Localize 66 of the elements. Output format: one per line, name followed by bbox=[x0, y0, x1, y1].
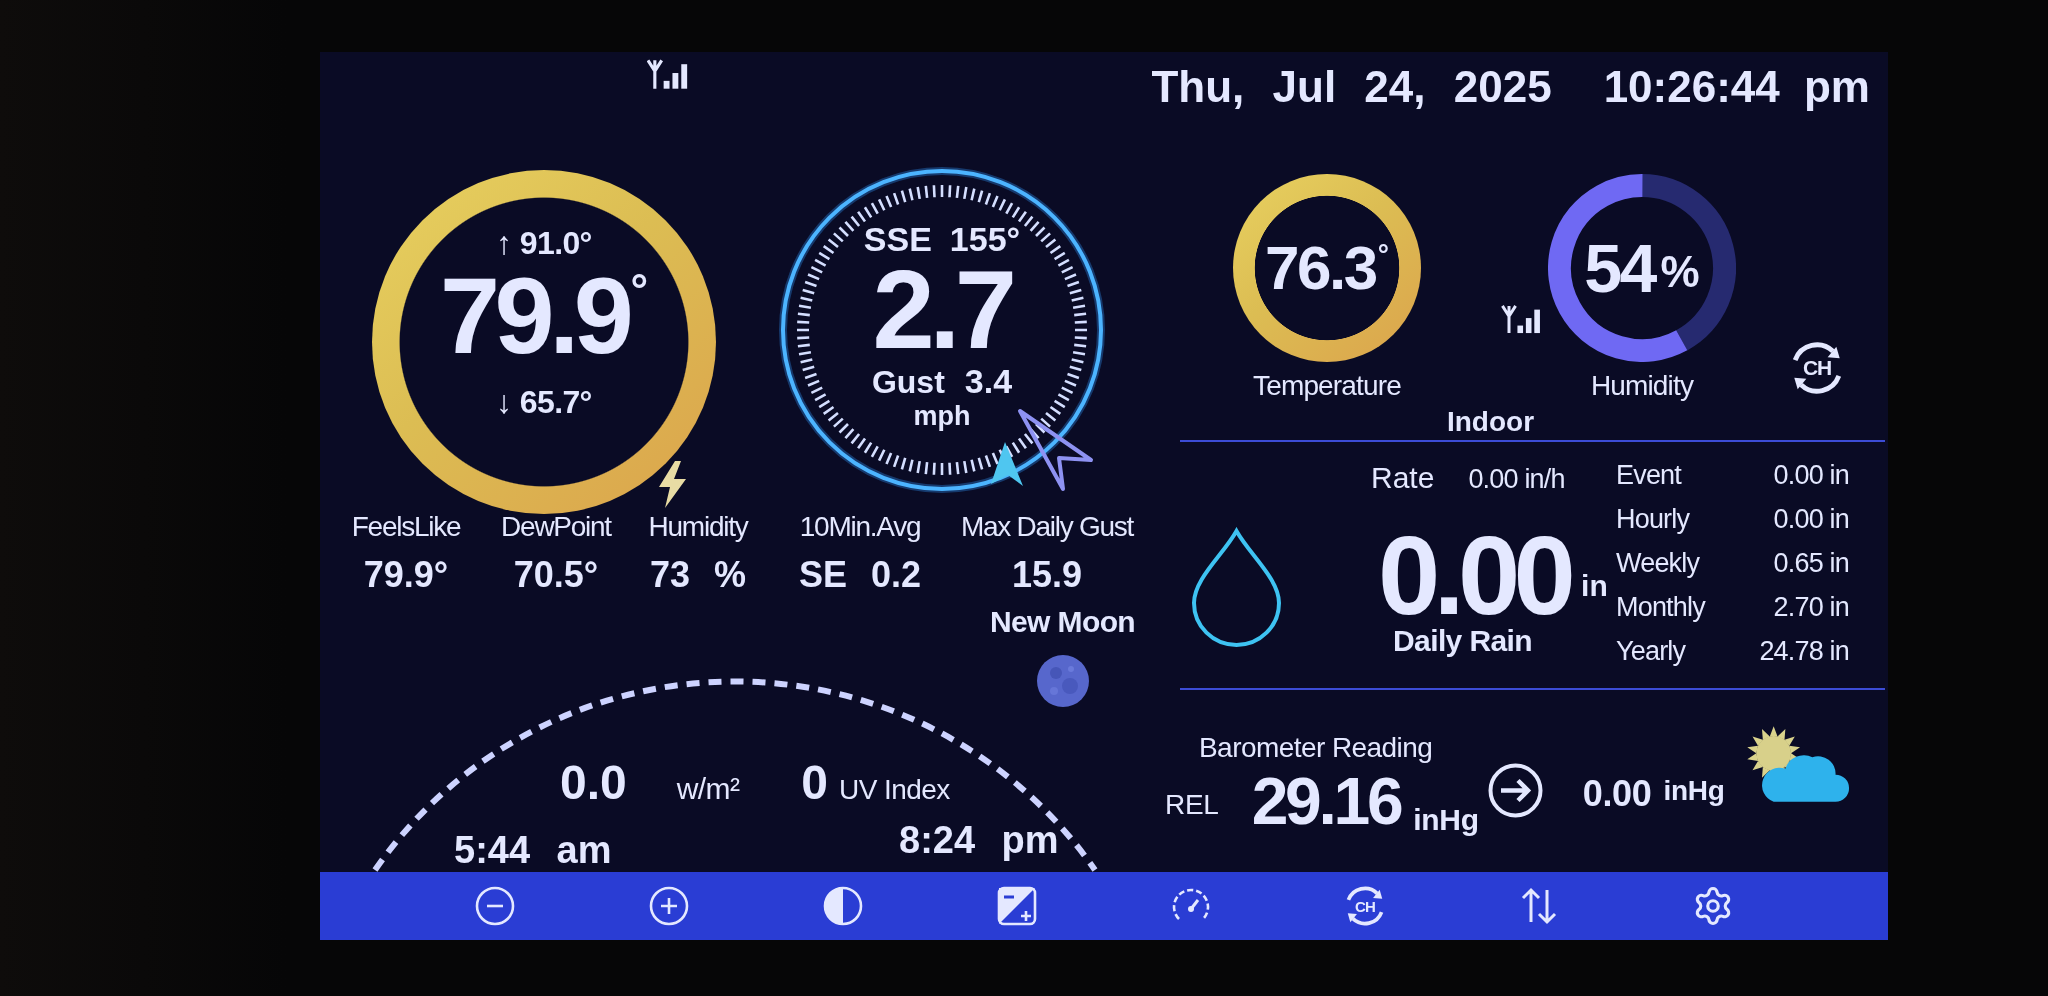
rain-total-label: Monthly bbox=[1616, 592, 1705, 622]
rain-total-value: 0.65 in bbox=[1773, 548, 1849, 578]
moon-phase: New Moon bbox=[989, 607, 1136, 637]
moon-icon bbox=[1036, 655, 1089, 707]
rain-total-label: Event bbox=[1616, 460, 1681, 490]
barometer-title: Barometer Reading bbox=[1199, 733, 1433, 763]
rain-total-value: 2.70 in bbox=[1773, 592, 1849, 622]
outlined-pointer-icon bbox=[1017, 408, 1094, 492]
indoor-title: Indoor bbox=[1446, 406, 1535, 439]
reading-label: FeelsLike bbox=[351, 512, 461, 542]
degree-symbol: ° bbox=[630, 268, 649, 312]
right-arrow-circle-icon bbox=[1487, 763, 1543, 818]
reading-value: SE 0.2 bbox=[798, 556, 922, 594]
date-text: Thu, Jul 24, 2025 bbox=[1151, 65, 1552, 109]
pressure-unit: inHg bbox=[1413, 803, 1479, 838]
humidity-value: 54 bbox=[1584, 234, 1655, 302]
pressure-value: 29.16 bbox=[1251, 768, 1401, 834]
sunrise-time: 5:44 am bbox=[454, 829, 612, 871]
uv-value: 0 bbox=[801, 758, 829, 808]
minus-circle-icon[interactable] bbox=[474, 885, 516, 927]
reading-value: 70.5° bbox=[513, 556, 599, 594]
rain-total-value: 24.78 in bbox=[1759, 636, 1849, 666]
reading-label: DewPoint bbox=[501, 512, 611, 542]
contrast-icon[interactable] bbox=[822, 885, 864, 927]
rain-total-label: Hourly bbox=[1616, 504, 1690, 534]
daily-rain-label: Daily Rain bbox=[1393, 625, 1533, 656]
raindrop-icon bbox=[1189, 527, 1284, 647]
gust-speed: 3.4 bbox=[964, 363, 1013, 400]
pointer-icon bbox=[991, 442, 1023, 489]
indoor-temperature: 76.3 bbox=[1265, 237, 1376, 299]
solar-radiation: 0.0 bbox=[560, 758, 627, 808]
degree-symbol: ° bbox=[1377, 241, 1389, 269]
exposure-icon[interactable] bbox=[996, 885, 1038, 927]
channel-button[interactable]: CH bbox=[1343, 884, 1387, 928]
reading-value: 79.9° bbox=[363, 556, 449, 594]
plus-circle-icon[interactable] bbox=[648, 885, 690, 927]
pressure-mode: REL bbox=[1165, 789, 1219, 822]
gust-label: Gust bbox=[871, 365, 945, 400]
reading-label: Humidity bbox=[648, 512, 748, 542]
pressure-change: 0.00 bbox=[1582, 773, 1652, 815]
radiation-unit: w/m² bbox=[676, 773, 740, 805]
percent-sign: % bbox=[1660, 250, 1700, 294]
gauge-label: Temperature bbox=[1253, 371, 1401, 403]
rain-rate-label: Rate bbox=[1371, 462, 1435, 494]
uv-label: UV Index bbox=[839, 774, 950, 806]
reading-label: Max Daily Gust bbox=[960, 512, 1134, 542]
high-temperature: ↑ 91.0° bbox=[496, 225, 592, 261]
rain-rate: 0.00 in/h bbox=[1468, 463, 1565, 495]
sunset-time: 8:24 pm bbox=[899, 819, 1059, 861]
reading-value: 73 % bbox=[649, 556, 747, 594]
lightning-icon bbox=[657, 461, 688, 508]
reading-value: 15.9 bbox=[1011, 556, 1083, 594]
rain-total-label: Weekly bbox=[1616, 548, 1700, 578]
rain-total-value: 0.00 in bbox=[1773, 460, 1849, 490]
pressure-change-unit: inHg bbox=[1663, 775, 1725, 808]
daily-rain: 0.00 bbox=[1378, 526, 1570, 627]
rain-unit: in bbox=[1581, 569, 1608, 603]
speed-unit: mph bbox=[913, 401, 971, 431]
rain-total-label: Yearly bbox=[1616, 636, 1686, 666]
low-temperature: ↓ 65.7° bbox=[496, 384, 592, 420]
rain-total-value: 0.00 in bbox=[1773, 504, 1849, 534]
reading-label: 10Min.Avg bbox=[799, 512, 921, 542]
outdoor-temperature: 79.9 bbox=[439, 262, 629, 370]
gauge-label: Humidity bbox=[1590, 371, 1694, 403]
time-text: 10:26:44 pm bbox=[1603, 65, 1870, 109]
channel-button[interactable]: CH bbox=[1788, 338, 1846, 397]
